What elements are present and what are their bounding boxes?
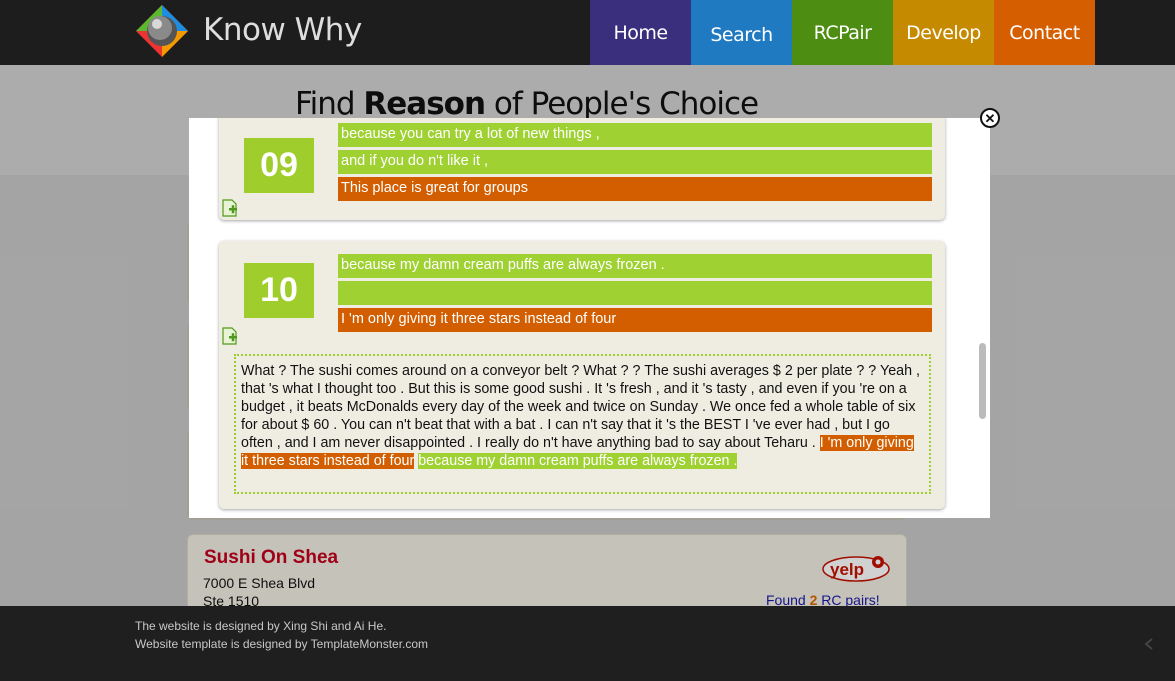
main-nav: Home Search RCPair Develop Contact (590, 0, 1095, 70)
footer-credit-designers: The website is designed by Xing Shi and … (135, 619, 387, 633)
site-header: Know Why Home Search RCPair Develop Cont… (0, 0, 1175, 70)
nav-rcpair[interactable]: RCPair (792, 0, 893, 65)
pair-number: 10 (244, 263, 314, 318)
footer-credit-template: Website template is designed by Template… (135, 637, 429, 651)
reason-bar: because you can try a lot of new things … (338, 123, 932, 147)
nav-home[interactable]: Home (590, 0, 691, 65)
choice-bar: This place is great for groups (338, 177, 932, 201)
review-text: What ? The sushi comes around on a conve… (241, 363, 920, 451)
rc-pairs-modal: 09 because you can try a lot of new thin… (189, 118, 990, 518)
review-text-box: What ? The sushi comes around on a conve… (234, 354, 931, 494)
rc-pair-card: 10 because my damn cream puffs are alway… (219, 241, 945, 509)
close-icon[interactable]: ✕ (980, 108, 1000, 128)
logo-text[interactable]: Know Why (203, 12, 362, 48)
logo-icon[interactable] (134, 3, 190, 59)
site-footer: The website is designed by Xing Shi and … (0, 606, 1175, 681)
nav-develop[interactable]: Develop (893, 0, 994, 65)
rc-pair-card: 09 because you can try a lot of new thin… (219, 118, 945, 220)
modal-scrollbar-thumb[interactable] (979, 343, 986, 419)
nav-contact[interactable]: Contact (994, 0, 1095, 65)
reason-bar: because my damn cream puffs are always f… (338, 254, 932, 278)
back-arrow-icon[interactable] (1142, 637, 1156, 651)
choice-bar: I 'm only giving it three stars instead … (338, 308, 932, 332)
reason-bar: and if you do n't like it , (338, 150, 932, 174)
reason-highlight: because my damn cream puffs are always f… (418, 453, 738, 469)
add-document-icon[interactable] (221, 327, 239, 345)
reason-bar (338, 281, 932, 305)
add-document-icon[interactable] (221, 199, 239, 217)
nav-search[interactable]: Search (691, 0, 792, 70)
modal-scrollbar[interactable] (977, 118, 989, 518)
pair-number: 09 (244, 138, 314, 193)
